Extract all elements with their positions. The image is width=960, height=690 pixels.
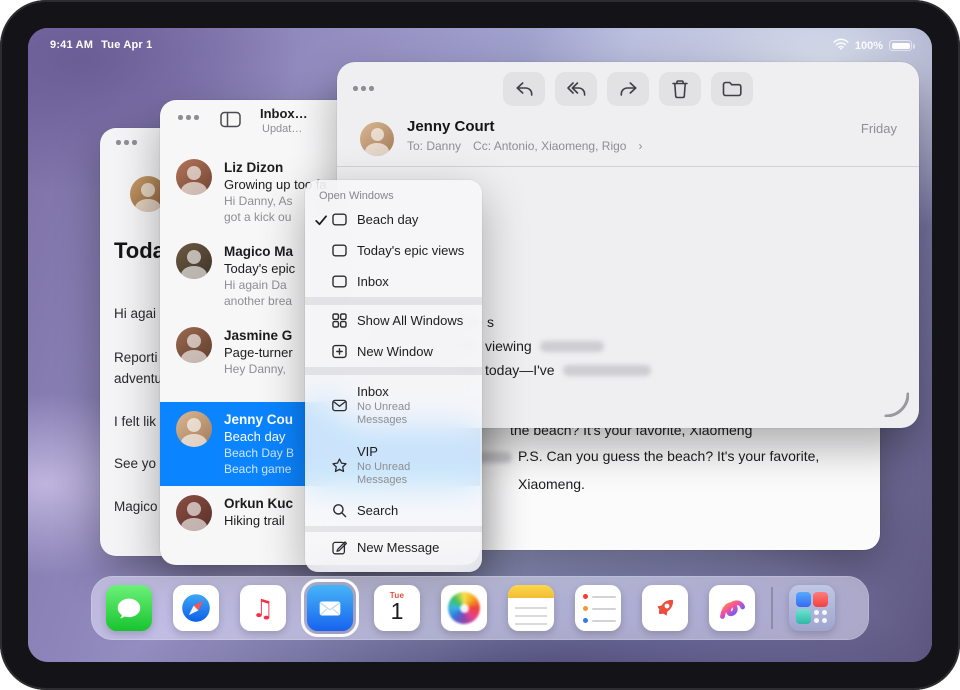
app-library-icon[interactable] <box>789 585 835 631</box>
avatar <box>176 327 212 363</box>
notes-header-strip <box>508 585 554 598</box>
forward-button[interactable] <box>607 72 649 106</box>
messages-app-icon[interactable] <box>106 585 152 631</box>
menu-item-new-window[interactable]: New Window <box>305 336 482 367</box>
menu-separator <box>305 297 482 305</box>
menu-item-show-all-windows[interactable]: Show All Windows <box>305 305 482 336</box>
reply-all-button[interactable] <box>555 72 597 106</box>
menu-title: Open Windows <box>305 184 482 204</box>
dock: ♫ Tue 1 <box>91 576 869 640</box>
inbox-window-subtitle: Updat… <box>262 123 302 135</box>
message-date: Friday <box>861 121 897 136</box>
reminders-app-icon[interactable] <box>575 585 621 631</box>
safari-app-icon[interactable] <box>173 585 219 631</box>
header-divider <box>337 166 919 167</box>
screen: 9:41 AM Tue Apr 1 100% Today Hi agai Rep… <box>28 28 932 662</box>
menu-item-vip[interactable]: VIP No Unread Messages <box>305 435 482 495</box>
cc-recipients: Cc: Antonio, Xiaomeng, Rigo <box>473 139 626 153</box>
music-app-icon[interactable]: ♫ <box>240 585 286 631</box>
message-text: I felt lik <box>114 414 156 429</box>
message-text: Hi agai <box>114 306 156 321</box>
new-window-icon <box>331 343 348 360</box>
avatar <box>360 122 394 156</box>
compass-icon <box>173 585 219 631</box>
avatar <box>176 411 212 447</box>
window-resize-handle[interactable] <box>883 391 909 422</box>
grid-icon <box>331 312 348 329</box>
menu-item-inbox-window[interactable]: Inbox <box>305 266 482 297</box>
status-bar: 9:41 AM Tue Apr 1 100% <box>28 28 932 58</box>
status-time: 9:41 AM <box>50 39 93 51</box>
compose-icon <box>331 539 348 556</box>
color-swoosh-icon <box>709 585 755 631</box>
avatar <box>176 495 212 531</box>
menu-item-search[interactable]: Search <box>305 495 482 526</box>
star-icon <box>331 457 348 474</box>
message-text: adventu <box>114 371 162 386</box>
wifi-icon <box>833 38 849 53</box>
menu-item-inbox-mailbox[interactable]: Inbox No Unread Messages <box>305 375 482 435</box>
message-text: Xiaomeng. <box>518 476 585 492</box>
blurred-text <box>540 341 604 352</box>
window-icon <box>331 273 348 290</box>
message-text: Reporti <box>114 350 158 365</box>
search-icon <box>331 502 348 519</box>
dock-divider <box>771 587 773 629</box>
window-controls-icon[interactable] <box>116 140 137 145</box>
mail-app-icon-selected[interactable] <box>307 585 353 631</box>
menu-separator <box>305 367 482 375</box>
message-text: See yo <box>114 456 156 471</box>
envelope-icon <box>331 397 348 414</box>
to-recipients: To: Danny <box>407 139 461 153</box>
open-windows-menu: Open Windows Beach day Today's epic view… <box>305 180 482 572</box>
folder-button[interactable] <box>711 72 753 106</box>
window-icon <box>331 211 348 228</box>
drawing-app-icon[interactable] <box>709 585 755 631</box>
window-icon <box>331 242 348 259</box>
rocket-app-icon[interactable] <box>642 585 688 631</box>
calendar-day: 1 <box>374 598 420 625</box>
message-text: Magico <box>114 499 158 514</box>
window-controls-icon[interactable] <box>178 115 199 120</box>
battery-icon <box>889 40 912 51</box>
details-chevron-icon: › <box>638 139 642 153</box>
speech-bubble-icon <box>106 585 152 631</box>
avatar <box>176 243 212 279</box>
photos-app-icon[interactable] <box>441 585 487 631</box>
blurred-text <box>563 365 651 376</box>
battery-percent: 100% <box>855 40 883 52</box>
rocket-icon <box>642 585 688 631</box>
checkmark-icon <box>311 213 331 227</box>
trash-button[interactable] <box>659 72 701 106</box>
calendar-app-icon[interactable]: Tue 1 <box>374 585 420 631</box>
flower-icon <box>448 592 480 624</box>
menu-item-new-message[interactable]: New Message <box>305 532 482 563</box>
sender-name: Jenny Court <box>407 118 495 135</box>
envelope-icon <box>307 585 353 631</box>
menu-item-beach-day[interactable]: Beach day <box>305 204 482 235</box>
sidebar-toggle-icon[interactable] <box>220 111 241 133</box>
status-date: Tue Apr 1 <box>101 39 152 51</box>
message-toolbar <box>337 72 919 106</box>
message-text: P.S. Can you guess the beach? It's your … <box>518 448 819 464</box>
menu-item-todays-epic-views[interactable]: Today's epic views <box>305 235 482 266</box>
avatar <box>176 159 212 195</box>
reply-button[interactable] <box>503 72 545 106</box>
recipients-line[interactable]: To: Danny Cc: Antonio, Xiaomeng, Rigo › <box>407 139 642 153</box>
inbox-window-title: Inbox… <box>260 106 308 121</box>
notes-app-icon[interactable] <box>508 585 554 631</box>
music-note-icon: ♫ <box>240 585 286 631</box>
